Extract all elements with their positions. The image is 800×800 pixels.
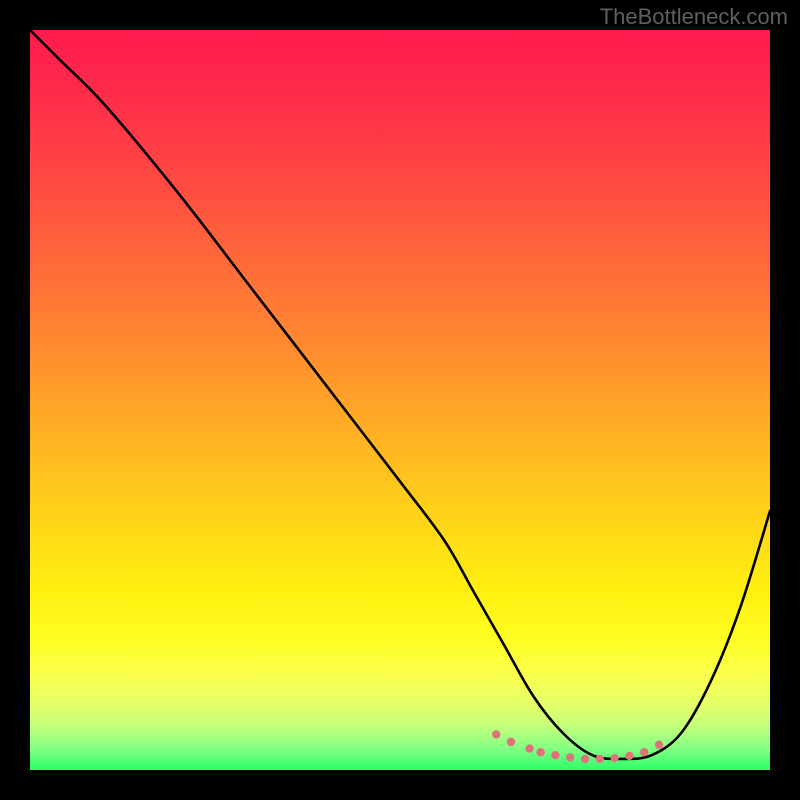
optimal-dot [596,755,604,763]
bottleneck-curve [30,30,770,759]
optimal-dot [566,753,574,761]
optimal-dot [551,751,559,759]
optimal-dot [507,738,515,746]
chart-frame: TheBottleneck.com [0,0,800,800]
attribution-text: TheBottleneck.com [600,4,788,30]
optimal-dot [581,755,589,763]
optimal-dot [536,748,544,756]
curve-layer [30,30,770,770]
plot-area [30,30,770,770]
optimal-dot [610,754,618,762]
optimal-dot [525,744,533,752]
optimal-dot [625,752,633,760]
optimal-dot [655,741,663,749]
optimal-dot [640,748,648,756]
optimal-dot [492,730,500,738]
